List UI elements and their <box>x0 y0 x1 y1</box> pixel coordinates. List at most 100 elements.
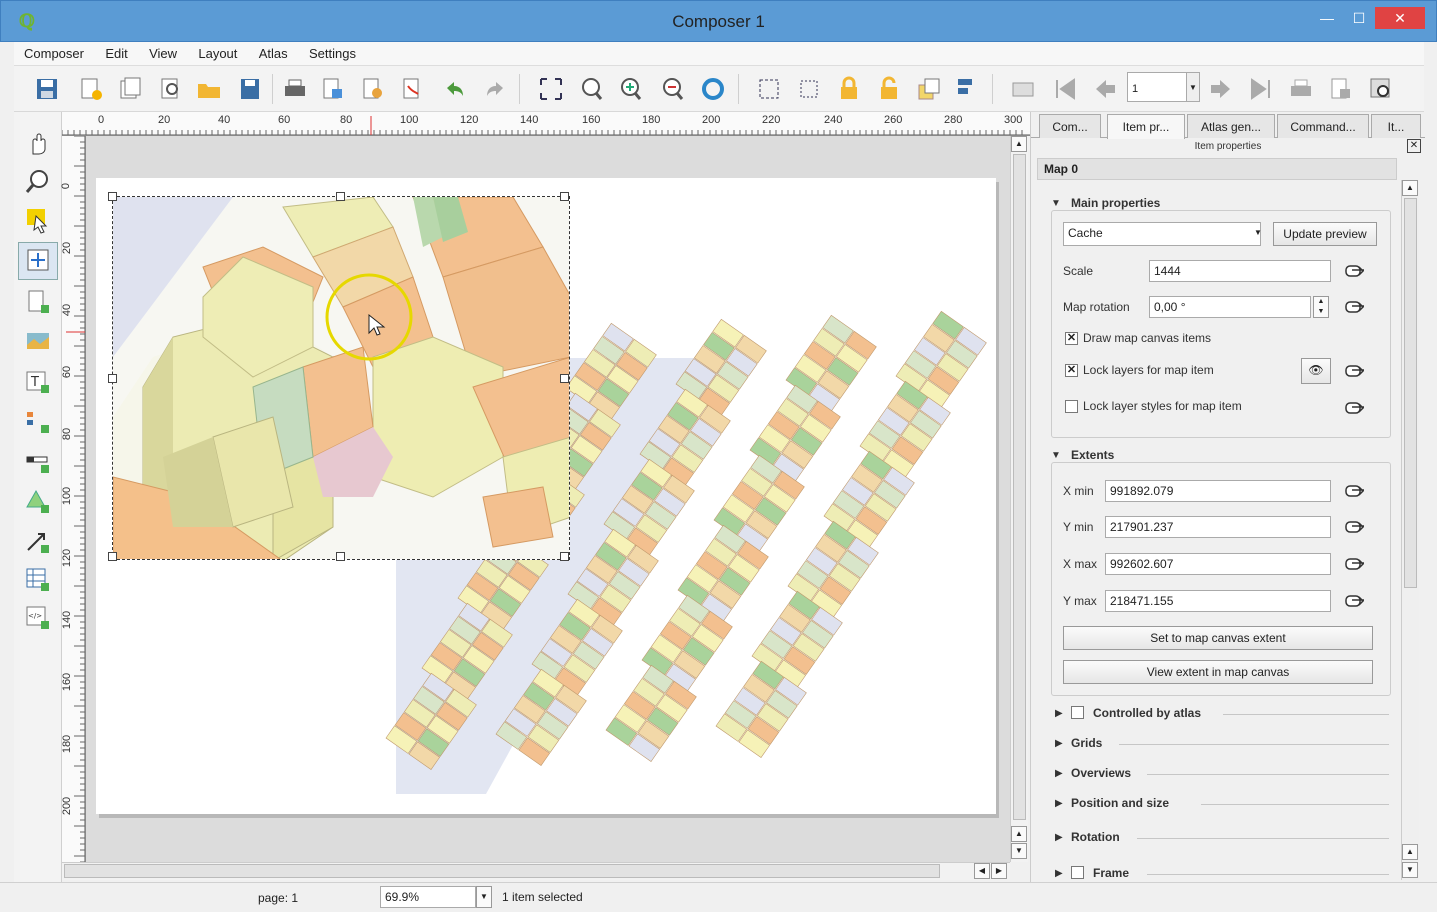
close-button[interactable]: ✕ <box>1375 7 1425 29</box>
data-defined-override-icon[interactable] <box>1343 361 1365 381</box>
previous-feature-icon[interactable] <box>1092 76 1118 102</box>
properties-scroll-up[interactable]: ▲ <box>1402 180 1418 196</box>
select-move-item-icon[interactable] <box>24 206 52 234</box>
overviews-section-title[interactable]: Overviews <box>1067 766 1136 780</box>
tab-items[interactable]: It... <box>1371 114 1421 138</box>
selection-handle[interactable] <box>560 192 569 201</box>
rotation-spin-icon[interactable]: ▲ ▼ <box>1313 296 1329 318</box>
add-legend-icon[interactable] <box>24 408 52 436</box>
collapse-main-icon[interactable]: ▼ <box>1051 198 1061 209</box>
selection-handle[interactable] <box>108 192 117 201</box>
data-defined-override-icon[interactable] <box>1343 517 1365 537</box>
expand-position-size-icon[interactable]: ▶ <box>1055 798 1063 809</box>
y-max-input[interactable]: 218471.155 <box>1105 590 1331 612</box>
rotation-section-title[interactable]: Rotation <box>1067 830 1124 844</box>
frame-section-title[interactable]: Frame <box>1089 866 1134 880</box>
canvas-vertical-scrollbar[interactable]: ▲ ▲ ▼ <box>1010 136 1028 862</box>
minimize-button[interactable]: — <box>1312 7 1342 29</box>
x-min-input[interactable]: 991892.079 <box>1105 480 1331 502</box>
pan-hand-icon[interactable] <box>24 130 52 158</box>
position-size-section-title[interactable]: Position and size <box>1067 796 1174 810</box>
tab-item-properties[interactable]: Item pr... <box>1107 114 1185 139</box>
zoom-out-icon[interactable] <box>660 76 686 102</box>
preview-mode-select[interactable]: Cache <box>1063 222 1261 246</box>
refresh-icon[interactable] <box>700 76 726 102</box>
add-arrow-icon[interactable] <box>24 528 52 556</box>
tab-atlas-generation[interactable]: Atlas gen... <box>1187 114 1275 138</box>
scroll-right-button[interactable]: ▶ <box>991 863 1007 879</box>
menu-atlas[interactable]: Atlas <box>249 42 296 61</box>
selection-handle[interactable] <box>560 374 569 383</box>
undo-icon[interactable] <box>442 76 468 102</box>
selection-handle[interactable] <box>336 552 345 561</box>
x-max-input[interactable]: 992602.607 <box>1105 553 1331 575</box>
canvas-horizontal-scrollbar[interactable]: ◀ ▶ <box>62 862 1010 880</box>
zoom-level-dropdown[interactable]: ▼ <box>476 886 492 908</box>
y-min-input[interactable]: 217901.237 <box>1105 516 1331 538</box>
align-items-icon[interactable] <box>954 76 980 102</box>
add-new-page-icon[interactable] <box>24 288 52 316</box>
open-folder-icon[interactable] <box>196 76 222 102</box>
zoom-level-input[interactable]: 69.9% <box>380 886 476 908</box>
print-atlas-icon[interactable] <box>1288 76 1314 102</box>
properties-scrollbar[interactable]: ▲ ▲ ▼ <box>1401 180 1419 880</box>
zoom-actual-icon[interactable] <box>578 76 604 102</box>
panel-close-icon[interactable]: ✕ <box>1407 139 1421 153</box>
atlas-page-input[interactable]: 1 <box>1127 72 1187 102</box>
data-defined-override-icon[interactable] <box>1343 591 1365 611</box>
selection-handle[interactable] <box>336 192 345 201</box>
print-icon[interactable] <box>282 76 308 102</box>
view-extent-button[interactable]: View extent in map canvas <box>1063 660 1373 684</box>
data-defined-override-icon[interactable] <box>1343 261 1365 281</box>
data-defined-override-icon[interactable] <box>1343 554 1365 574</box>
menu-composer[interactable]: Composer <box>14 42 92 61</box>
set-to-canvas-extent-button[interactable]: Set to map canvas extent <box>1063 626 1373 650</box>
add-label-icon[interactable]: T <box>24 368 52 396</box>
data-defined-override-icon[interactable] <box>1343 481 1365 501</box>
frame-checkbox[interactable] <box>1071 866 1084 879</box>
raise-items-icon[interactable] <box>916 76 942 102</box>
zoom-up-button[interactable]: ▲ <box>1011 826 1027 842</box>
new-composer-icon[interactable] <box>78 76 104 102</box>
tab-command-history[interactable]: Command... <box>1277 114 1369 138</box>
expand-frame-icon[interactable]: ▶ <box>1055 868 1063 879</box>
save-icon[interactable] <box>34 76 60 102</box>
next-feature-icon[interactable] <box>1208 76 1234 102</box>
expand-atlas-icon[interactable]: ▶ <box>1055 708 1063 719</box>
add-scalebar-icon[interactable] <box>24 448 52 476</box>
lock-icon[interactable] <box>836 76 862 102</box>
maximize-button[interactable]: ☐ <box>1344 7 1374 29</box>
update-preview-button[interactable]: Update preview <box>1273 222 1377 246</box>
add-html-frame-icon[interactable]: </> <box>24 604 52 632</box>
layer-visibility-preset-button[interactable]: 👁 <box>1301 358 1331 384</box>
controlled-by-atlas-checkbox[interactable] <box>1071 706 1084 719</box>
last-feature-icon[interactable] <box>1248 76 1274 102</box>
menu-layout[interactable]: Layout <box>188 42 245 61</box>
data-defined-override-icon[interactable] <box>1343 398 1365 418</box>
move-item-content-icon[interactable] <box>24 246 52 274</box>
draw-canvas-items-checkbox[interactable]: ✕ <box>1065 332 1078 345</box>
grids-section-title[interactable]: Grids <box>1067 736 1107 750</box>
selection-handle[interactable] <box>108 552 117 561</box>
expand-rotation-icon[interactable]: ▶ <box>1055 832 1063 843</box>
composer-manager-icon[interactable] <box>158 76 184 102</box>
lock-layer-styles-checkbox[interactable] <box>1065 400 1078 413</box>
duplicate-composer-icon[interactable] <box>118 76 144 102</box>
composer-canvas[interactable] <box>86 136 1010 862</box>
expand-overviews-icon[interactable]: ▶ <box>1055 768 1063 779</box>
export-atlas-icon[interactable] <box>1328 76 1354 102</box>
zoom-tool-icon[interactable] <box>24 168 52 196</box>
export-image-icon[interactable] <box>320 76 346 102</box>
save-as-template-icon[interactable] <box>238 76 264 102</box>
map-rotation-input[interactable]: 0,00 ° <box>1149 296 1311 318</box>
add-attribute-table-icon[interactable] <box>24 566 52 594</box>
menu-settings[interactable]: Settings <box>299 42 364 61</box>
group-items-icon[interactable] <box>756 76 782 102</box>
add-shape-icon[interactable] <box>24 488 52 516</box>
selection-handle[interactable] <box>108 374 117 383</box>
selection-handle[interactable] <box>560 552 569 561</box>
add-map-icon[interactable] <box>24 328 52 356</box>
tab-composition[interactable]: Com... <box>1039 114 1101 138</box>
scale-input[interactable]: 1444 <box>1149 260 1331 282</box>
menu-view[interactable]: View <box>139 42 185 61</box>
